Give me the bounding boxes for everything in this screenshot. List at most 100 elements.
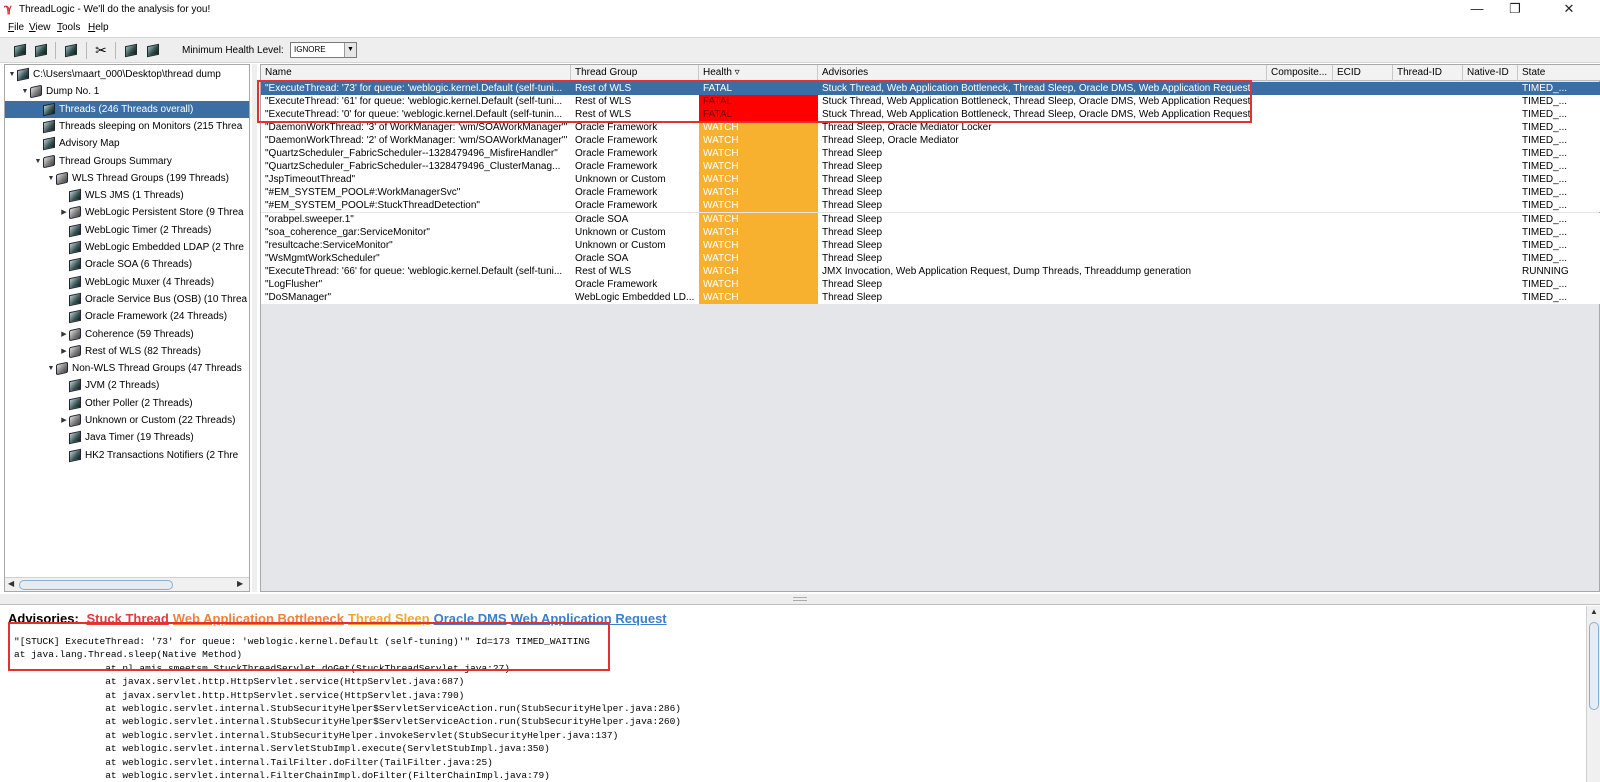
column-native-id[interactable]: Native-ID	[1463, 65, 1518, 81]
thread-node-icon	[43, 136, 55, 151]
open-dump-button[interactable]	[11, 42, 29, 59]
column-state[interactable]: State	[1518, 65, 1600, 81]
tree-item[interactable]: Oracle Framework (24 Threads)	[59, 308, 227, 325]
table-row[interactable]: "#EM_SYSTEM_POOL#:WorkManagerSvc" Oracle …	[261, 186, 1600, 200]
collapsed-toggle-icon[interactable]: ▶	[59, 326, 69, 343]
scroll-thumb[interactable]	[1589, 622, 1599, 710]
expanded-toggle-icon[interactable]: ▼	[46, 170, 56, 187]
collapse-button[interactable]	[144, 42, 162, 59]
scroll-right-icon[interactable]: ▶	[237, 579, 243, 588]
cell-ecid	[1333, 278, 1393, 291]
thread-dump-tree[interactable]: ▼ C:\Users\maart_000\Desktop\thread dump ▼…	[4, 64, 250, 592]
tree-item[interactable]: ▶ WebLogic Persistent Store (9 Threa	[59, 204, 244, 221]
table-row[interactable]: "ExecuteThread: '66' for queue: 'weblogi…	[261, 264, 1600, 278]
tree-item[interactable]: Other Poller (2 Threads)	[59, 395, 193, 412]
tree-item[interactable]: WebLogic Embedded LDAP (2 Thre	[59, 239, 244, 256]
collapsed-toggle-icon[interactable]: ▶	[59, 343, 69, 360]
scroll-thumb[interactable]	[19, 580, 173, 590]
column-name[interactable]: Name	[261, 65, 571, 81]
tree-item[interactable]: Threads (246 Threads overall)	[5, 100, 249, 118]
table-row[interactable]: "WsMgmtWorkScheduler" Oracle SOA WATCH Thre…	[261, 251, 1600, 265]
table-row[interactable]: "DaemonWorkThread: '2' of WorkManager: '…	[261, 134, 1600, 148]
tools-button[interactable]: ✂	[92, 42, 110, 59]
expanded-toggle-icon[interactable]: ▼	[46, 360, 56, 377]
column-thread-group[interactable]: Thread Group	[571, 65, 699, 81]
table-row[interactable]: "ExecuteThread: '73' for queue: 'weblogi…	[261, 82, 1600, 95]
tree-item[interactable]: ▼ C:\Users\maart_000\Desktop\thread dump	[7, 66, 221, 83]
cell-ecid	[1333, 291, 1393, 304]
advisory-link[interactable]: Web Application Bottleneck	[173, 611, 344, 626]
collapsed-toggle-icon[interactable]: ▶	[59, 204, 69, 221]
table-row[interactable]: "resultcache:ServiceMonitor" Unknown or C…	[261, 238, 1600, 252]
horizontal-splitter[interactable]	[0, 594, 1600, 604]
tree-item[interactable]: ▼ Dump No. 1	[20, 83, 99, 100]
cell-advisories: Thread Sleep	[822, 200, 883, 212]
column-advisories[interactable]: Advisories	[818, 65, 1267, 81]
cell-health: WATCH	[699, 212, 818, 226]
table-row[interactable]: "ExecuteThread: '61' for queue: 'weblogi…	[261, 95, 1600, 109]
tree-item[interactable]: ▼ Thread Groups Summary	[33, 153, 172, 170]
tree-item[interactable]: ▶ Coherence (59 Threads)	[59, 326, 194, 343]
restore-button[interactable]: ❐	[1492, 0, 1538, 20]
advisory-link[interactable]: Stuck Thread	[86, 611, 168, 626]
collapse-icon	[147, 43, 159, 58]
cell-advisories: Thread Sleep	[822, 226, 883, 238]
tree-item[interactable]: ▶ Unknown or Custom (22 Threads)	[59, 412, 235, 429]
table-row[interactable]: "DoSManager" WebLogic Embedded LD... WATCH…	[261, 290, 1600, 304]
expanded-toggle-icon[interactable]: ▼	[20, 83, 30, 100]
collapsed-toggle-icon[interactable]: ▶	[59, 412, 69, 429]
advisory-link[interactable]: Thread Sleep	[348, 611, 430, 626]
cell-group: Oracle Framework	[575, 200, 658, 212]
tree-item[interactable]: WLS JMS (1 Threads)	[59, 187, 184, 204]
column-ecid[interactable]: ECID	[1333, 65, 1393, 81]
filter-icon	[65, 43, 77, 58]
menu-help[interactable]: Help	[88, 22, 109, 33]
refresh-button[interactable]	[32, 42, 50, 59]
column-health[interactable]: Health ▿	[699, 65, 818, 81]
tree-item[interactable]: Oracle SOA (6 Threads)	[59, 256, 192, 273]
table-row[interactable]: "#EM_SYSTEM_POOL#:StuckThreadDetection" O…	[261, 199, 1600, 213]
tree-item[interactable]: Advisory Map	[33, 135, 120, 152]
vertical-splitter[interactable]	[252, 64, 257, 592]
cell-ecid	[1333, 173, 1393, 186]
tree-item[interactable]: Oracle Service Bus (OSB) (10 Threa	[59, 291, 247, 308]
column-composite[interactable]: Composite...	[1267, 65, 1333, 81]
advisory-link[interactable]: Web Application Request	[511, 611, 667, 626]
tree-item[interactable]: ▶ Rest of WLS (82 Threads)	[59, 343, 201, 360]
expanded-toggle-icon[interactable]: ▼	[33, 153, 43, 170]
cell-thread-id	[1393, 291, 1463, 304]
table-row[interactable]: "QuartzScheduler_FabricScheduler--132847…	[261, 160, 1600, 174]
cell-health: WATCH	[699, 251, 818, 265]
table-row[interactable]: "LogFlusher" Oracle Framework WATCH Thread …	[261, 277, 1600, 291]
tree-item[interactable]: WebLogic Muxer (4 Threads)	[59, 274, 214, 291]
detail-vertical-scrollbar[interactable]: ▲	[1586, 606, 1600, 782]
expand-button[interactable]	[122, 42, 140, 59]
scroll-up-icon[interactable]: ▲	[1590, 607, 1598, 616]
table-row[interactable]: "ExecuteThread: '0' for queue: 'weblogic…	[261, 108, 1600, 122]
menu-file[interactable]: File	[8, 22, 24, 33]
expanded-toggle-icon[interactable]: ▼	[7, 66, 17, 83]
tree-horizontal-scrollbar[interactable]: ◀ ▶	[5, 577, 249, 591]
table-row[interactable]: "QuartzScheduler_FabricScheduler--132847…	[261, 147, 1600, 161]
table-row[interactable]: "DaemonWorkThread: '3' of WorkManager: '…	[261, 121, 1600, 135]
tree-item[interactable]: HK2 Transactions Notifiers (2 Thre	[59, 447, 238, 464]
tree-item[interactable]: JVM (2 Threads)	[59, 377, 159, 394]
menu-tools[interactable]: Tools	[57, 22, 80, 33]
column-thread-id[interactable]: Thread-ID	[1393, 65, 1463, 81]
tree-item[interactable]: Threads sleeping on Monitors (215 Threa	[33, 118, 242, 135]
health-level-select[interactable]: IGNORE ▼	[290, 42, 357, 58]
advisory-link[interactable]: Oracle DMS	[434, 611, 507, 626]
scroll-left-icon[interactable]: ◀	[8, 579, 14, 588]
menu-view[interactable]: View	[29, 22, 51, 33]
table-row[interactable]: "orabpel.sweeper.1" Oracle SOA WATCH Thread…	[261, 212, 1600, 226]
thread-table: Name Thread Group Health ▿ Advisories Co…	[260, 64, 1600, 592]
close-button[interactable]: ✕	[1546, 0, 1592, 20]
cell-native-id	[1463, 278, 1518, 291]
tree-item[interactable]: WebLogic Timer (2 Threads)	[59, 222, 211, 239]
tree-item[interactable]: ▼ Non-WLS Thread Groups (47 Threads	[46, 360, 242, 377]
table-row[interactable]: "JspTimeoutThread" Unknown or Custom WATCH…	[261, 173, 1600, 187]
tree-item[interactable]: ▼ WLS Thread Groups (199 Threads)	[46, 170, 229, 187]
table-row[interactable]: "soa_coherence_gar:ServiceMonitor" Unknow…	[261, 225, 1600, 239]
filter-button[interactable]	[62, 42, 80, 59]
tree-item[interactable]: Java Timer (19 Threads)	[59, 429, 194, 446]
